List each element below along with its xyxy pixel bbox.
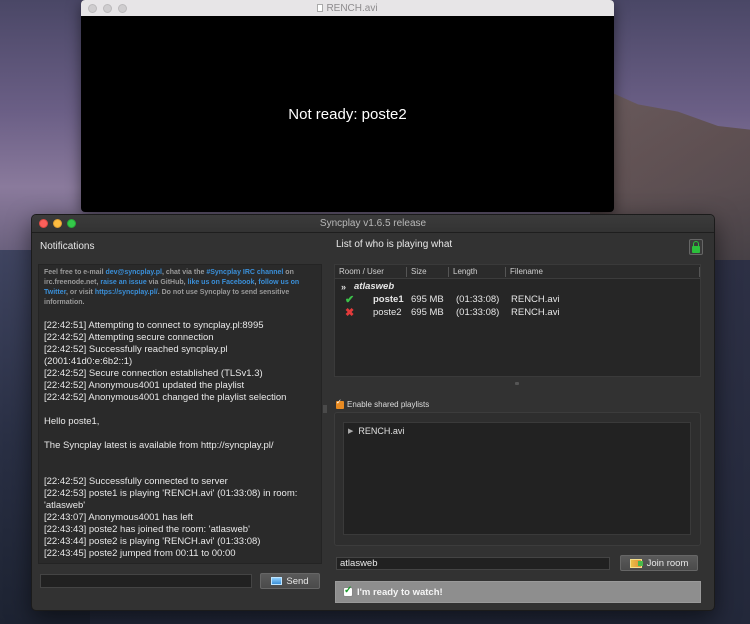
users-table[interactable]: Room / User Size Length Filename » atlas… [334, 264, 701, 377]
log-line: [22:43:07] Anonymous4001 has left [44, 512, 193, 523]
close-icon[interactable] [88, 4, 97, 13]
col-header-length[interactable]: Length [449, 266, 506, 277]
user-file-size: 695 MB [411, 294, 444, 305]
log-line: [22:42:52] Anonymous4001 updated the pla… [44, 380, 245, 391]
splitter-handle[interactable] [515, 382, 519, 385]
join-room-label: Join room [646, 557, 689, 569]
log-line: [22:42:53] poste1 is playing 'RENCH.avi'… [44, 488, 298, 511]
video-overlay-text: Not ready: poste2 [288, 105, 407, 123]
zoom-icon[interactable] [118, 4, 127, 13]
notifications-log[interactable]: Feel free to e-mail dev@syncplay.pl, cha… [38, 264, 322, 564]
send-button[interactable]: Send [260, 573, 320, 589]
ready-toggle[interactable]: I'm ready to watch! [335, 581, 701, 603]
join-room-button[interactable]: Join room [620, 555, 698, 571]
col-header-room[interactable]: Room / User [335, 266, 407, 277]
log-line: [22:42:52] Anonymous4001 changed the pla… [44, 392, 287, 403]
motd-segment: , or visit [66, 289, 95, 296]
room-expand-icon: » [341, 281, 347, 292]
minimize-icon[interactable] [103, 4, 112, 13]
col-header-size[interactable]: Size [407, 266, 449, 277]
motd-link[interactable]: raise an issue [100, 279, 146, 286]
motd-link[interactable]: dev@syncplay.pl [105, 269, 162, 276]
not-ready-cross-icon: ✖ [345, 307, 355, 319]
playlist-group: ▶ RENCH.avi [334, 412, 701, 546]
send-icon [271, 577, 283, 585]
ready-label: I'm ready to watch! [357, 586, 443, 598]
notifications-pane: Notifications Feel free to e-mail dev@sy… [38, 239, 324, 591]
log-block-room: [22:42:52] Successfully connected to ser… [44, 476, 316, 560]
join-room-icon [629, 558, 643, 568]
motd-text: Feel free to e-mail dev@syncplay.pl, cha… [44, 268, 316, 308]
syncplay-window[interactable]: Syncplay v1.6.5 release Notifications Fe… [31, 214, 715, 611]
checkbox-checked-icon [336, 398, 344, 409]
log-line: [22:42:52] Successfully reached syncplay… [44, 344, 228, 367]
syncplay-window-controls [39, 219, 76, 228]
log-line: [22:42:52] Attempting secure connection [44, 332, 214, 343]
user-row[interactable]: ✖ poste2 695 MB (01:33:08) RENCH.avi [335, 306, 700, 319]
greeting-text: Hello poste1, [44, 416, 100, 427]
ready-check-icon: ✔ [345, 294, 355, 306]
log-line: [22:43:44] poste2 is playing 'RENCH.avi'… [44, 536, 261, 547]
update-notice: The Syncplay latest is available from ht… [44, 440, 274, 451]
user-filename: RENCH.avi [511, 294, 560, 305]
minimize-icon[interactable] [53, 219, 62, 228]
userlist-pane: List of who is playing what Room / User … [334, 237, 704, 603]
close-icon[interactable] [39, 219, 48, 228]
zoom-icon[interactable] [67, 219, 76, 228]
user-file-size: 695 MB [411, 307, 444, 318]
playing-triangle-icon: ▶ [348, 428, 354, 435]
playlist-list[interactable]: ▶ RENCH.avi [343, 422, 691, 535]
motd-link[interactable]: https://syncplay.pl/ [95, 289, 158, 296]
video-titlebar[interactable]: RENCH.avi [81, 0, 614, 16]
notifications-title: Notifications [40, 241, 95, 252]
motd-link[interactable]: like us on Facebook [188, 279, 255, 286]
log-line: [22:42:52] Secure connection established… [44, 368, 263, 379]
video-window-controls [88, 4, 127, 13]
playlist-item-label: RENCH.avi [358, 426, 405, 436]
video-window-title: RENCH.avi [326, 2, 378, 14]
document-icon [317, 4, 324, 12]
user-name: poste2 [373, 307, 402, 318]
enable-shared-playlists-checkbox[interactable]: Enable shared playlists [336, 398, 430, 409]
motd-segment: Feel free to e-mail [44, 269, 106, 276]
user-file-length: (01:33:08) [456, 307, 500, 318]
user-name: poste1 [373, 294, 404, 305]
motd-segment: via GitHub, [146, 279, 188, 286]
desktop-background-right [710, 260, 750, 624]
log-block-connection: [22:42:51] Attempting to connect to sync… [44, 320, 316, 404]
user-row[interactable]: ✔ poste1 695 MB (01:33:08) RENCH.avi [335, 293, 700, 306]
ready-checkbox-icon [343, 585, 353, 597]
pane-splitter[interactable] [323, 405, 327, 413]
enable-shared-playlists-label: Enable shared playlists [347, 400, 430, 409]
user-filename: RENCH.avi [511, 307, 560, 318]
log-line: [22:43:45] poste2 jumped from 00:11 to 0… [44, 548, 236, 559]
userlist-title: List of who is playing what [336, 239, 453, 250]
syncplay-titlebar[interactable]: Syncplay v1.6.5 release [32, 215, 714, 233]
log-line: [22:42:52] Successfully connected to ser… [44, 476, 228, 487]
log-line: [22:43:43] poste2 has joined the room: '… [44, 524, 250, 535]
chat-input[interactable] [40, 574, 252, 588]
motd-link[interactable]: #Syncplay IRC channel [206, 269, 283, 276]
video-area[interactable]: Not ready: poste2 [81, 16, 614, 212]
room-input[interactable]: atlasweb [336, 557, 610, 570]
col-header-filename[interactable]: Filename [506, 266, 700, 277]
lock-icon [692, 240, 700, 253]
lock-toggle-button[interactable] [689, 239, 703, 255]
log-line: [22:42:51] Attempting to connect to sync… [44, 320, 264, 331]
room-row[interactable]: » atlasweb [335, 280, 700, 293]
playlist-item[interactable]: ▶ RENCH.avi [344, 423, 690, 439]
room-name: atlasweb [354, 281, 395, 292]
motd-segment: , chat via the [161, 269, 207, 276]
users-table-header: Room / User Size Length Filename [335, 265, 700, 279]
send-label: Send [286, 575, 309, 587]
syncplay-window-title: Syncplay v1.6.5 release [319, 218, 427, 229]
video-player-window[interactable]: RENCH.avi Not ready: poste2 [81, 0, 614, 212]
user-file-length: (01:33:08) [456, 294, 500, 305]
